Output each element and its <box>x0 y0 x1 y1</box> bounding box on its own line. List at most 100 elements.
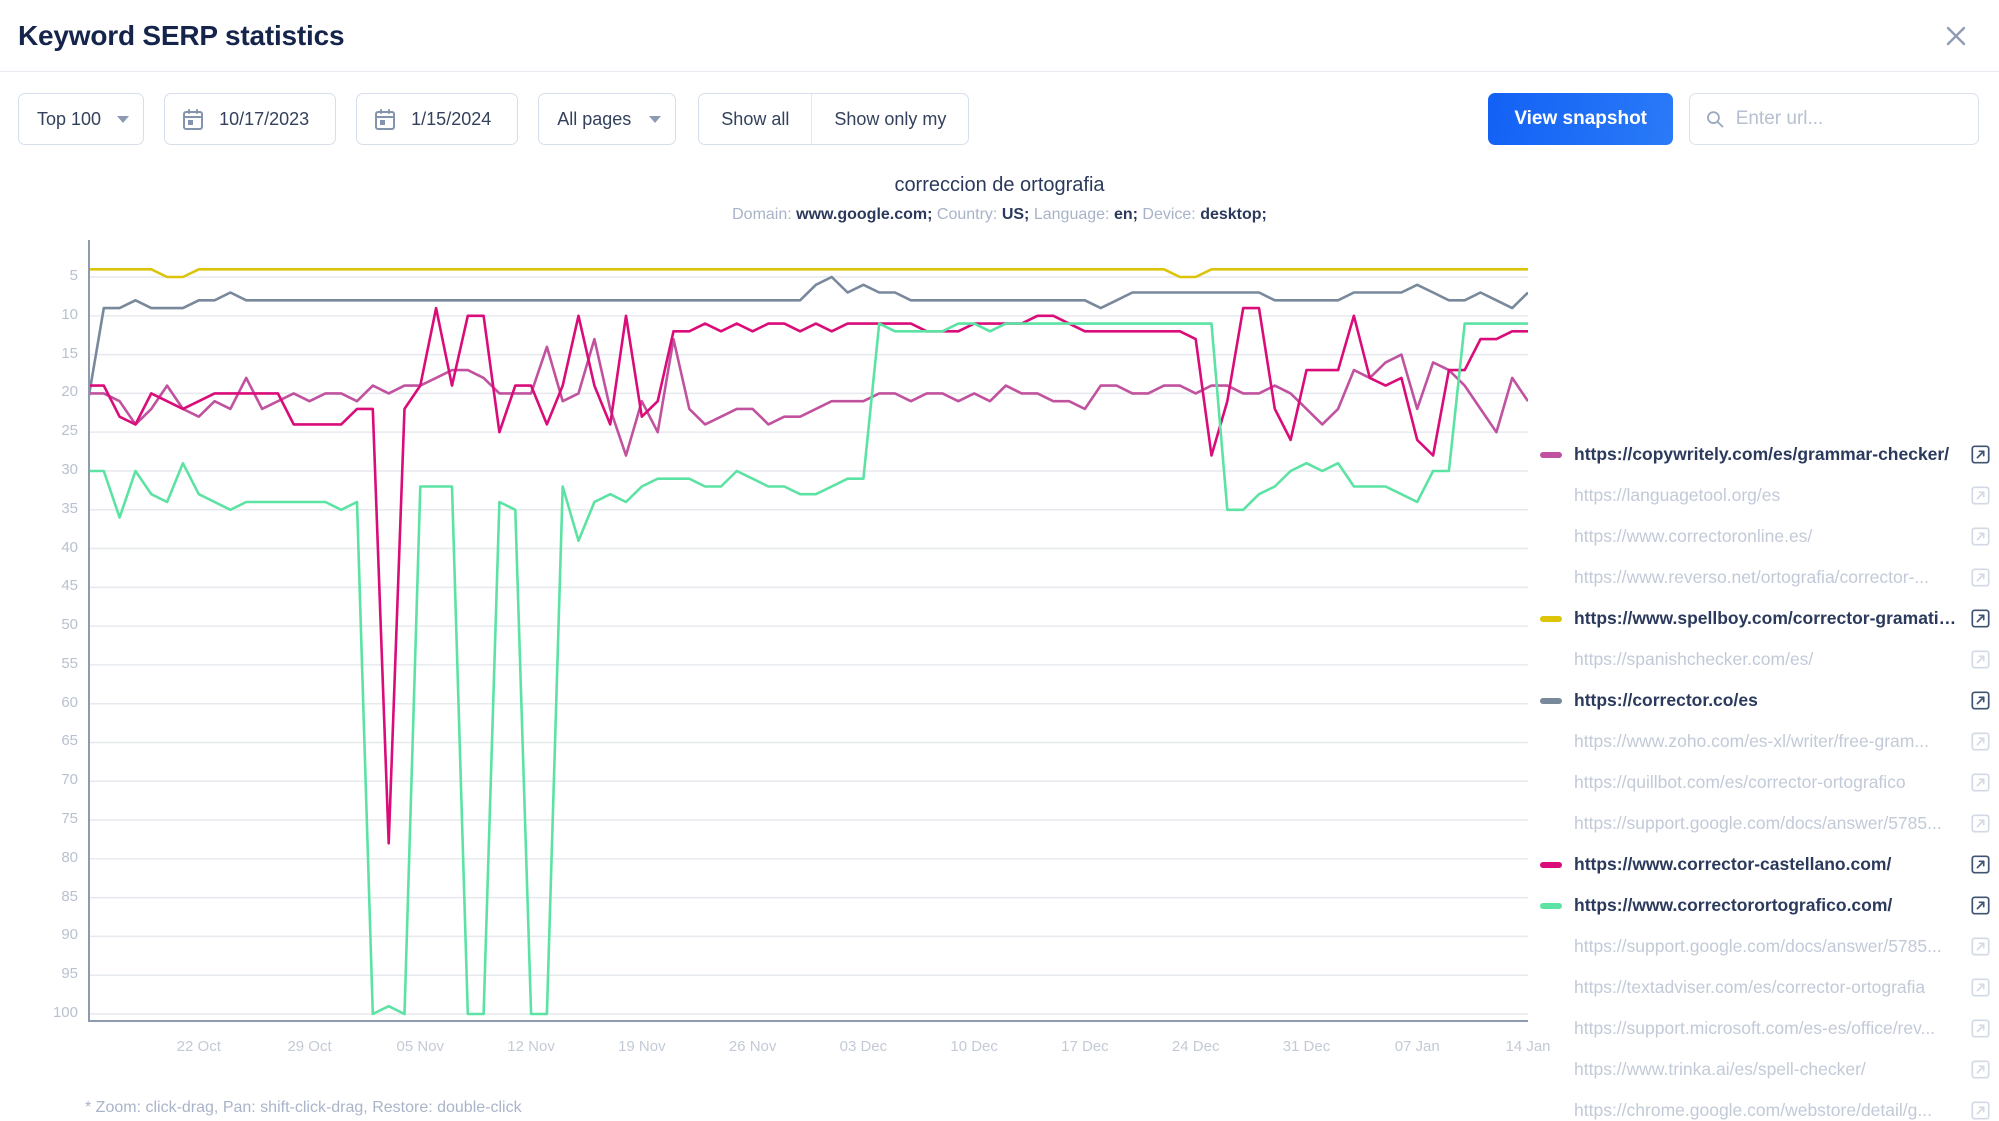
external-link-icon[interactable] <box>1971 445 1990 464</box>
legend-item[interactable]: https://www.correctoronline.es/ <box>1540 516 1990 557</box>
legend-item[interactable]: https://www.zoho.com/es-xl/writer/free-g… <box>1540 721 1990 762</box>
show-only-my-button[interactable]: Show only my <box>811 94 968 144</box>
top-filter-dropdown[interactable]: Top 100 <box>18 93 145 145</box>
close-button[interactable] <box>1939 19 1973 53</box>
toolbar-right-controls: View snapshot <box>1488 93 1979 145</box>
date-to-picker[interactable]: 1/15/2024 <box>356 93 519 145</box>
legend-item[interactable]: https://chrome.google.com/webstore/detai… <box>1540 1090 1990 1121</box>
legend-color-swatch <box>1540 493 1562 499</box>
legend-item[interactable]: https://copywritely.com/es/grammar-check… <box>1540 434 1990 475</box>
legend-item-label: https://www.zoho.com/es-xl/writer/free-g… <box>1574 731 1929 751</box>
top-filter-label: Top 100 <box>37 108 102 129</box>
url-search-box[interactable] <box>1689 93 1979 145</box>
x-axis-tick-label: 26 Nov <box>728 1038 777 1055</box>
pages-filter-dropdown[interactable]: All pages <box>538 93 677 145</box>
y-axis-tick-label: 5 <box>69 267 78 285</box>
show-toggle-group: Show all Show only my <box>698 93 970 145</box>
x-axis-tick-label: 12 Nov <box>507 1038 555 1055</box>
legend-item[interactable]: https://support.microsoft.com/es-es/offi… <box>1540 1008 1990 1049</box>
legend-color-swatch <box>1540 1108 1562 1114</box>
chart-subtitle: Domain: www.google.com; Country: US; Lan… <box>0 206 1999 224</box>
legend-item-label: https://www.reverso.net/ortografia/corre… <box>1574 567 1929 587</box>
external-link-icon[interactable] <box>1971 1019 1990 1038</box>
y-axis-tick-label: 20 <box>61 383 78 401</box>
y-axis-tick-label: 65 <box>61 732 78 750</box>
x-axis-tick-label: 10 Dec <box>950 1038 998 1055</box>
date-from-picker[interactable]: 10/17/2023 <box>164 93 337 145</box>
view-snapshot-button[interactable]: View snapshot <box>1488 93 1673 145</box>
legend-item[interactable]: https://www.corrector-castellano.com/ <box>1540 844 1990 885</box>
y-axis-tick-label: 15 <box>61 344 78 362</box>
external-link-icon[interactable] <box>1971 1101 1990 1120</box>
legend-item[interactable]: https://languagetool.org/es <box>1540 475 1990 516</box>
legend-item-label: https://support.google.com/docs/answer/5… <box>1574 813 1942 833</box>
pages-filter-label: All pages <box>557 108 632 129</box>
device-label: Device: <box>1142 206 1196 223</box>
legend-item[interactable]: https://spanishchecker.com/es/ <box>1540 639 1990 680</box>
legend-item-label: https://quillbot.com/es/corrector-ortogr… <box>1574 772 1906 792</box>
y-axis-tick-label: 40 <box>61 538 78 556</box>
legend-item[interactable]: https://support.google.com/docs/answer/5… <box>1540 926 1990 967</box>
legend-color-swatch <box>1540 902 1562 909</box>
legend-item[interactable]: https://www.trinka.ai/es/spell-checker/ <box>1540 1049 1990 1090</box>
legend-item[interactable]: https://www.spellboy.com/corrector-grama… <box>1540 598 1990 639</box>
legend-item[interactable]: https://corrector.co/es <box>1540 680 1990 721</box>
external-link-icon[interactable] <box>1971 855 1990 874</box>
legend-item[interactable]: https://quillbot.com/es/corrector-ortogr… <box>1540 762 1990 803</box>
y-axis-tick-label: 70 <box>61 771 78 789</box>
y-axis-tick-label: 60 <box>61 693 78 711</box>
legend-item-label: https://chrome.google.com/webstore/detai… <box>1574 1100 1932 1120</box>
legend-item[interactable]: https://textadviser.com/es/corrector-ort… <box>1540 967 1990 1008</box>
date-from-value: 10/17/2023 <box>219 108 310 129</box>
chevron-down-icon <box>649 115 662 123</box>
external-link-icon[interactable] <box>1971 568 1990 587</box>
language-label: Language: <box>1033 206 1110 223</box>
domain-value: www.google.com; <box>796 206 933 223</box>
legend-color-swatch <box>1540 657 1562 663</box>
legend-item-label: https://languagetool.org/es <box>1574 485 1781 505</box>
plot-area[interactable] <box>88 240 1528 1022</box>
language-value: en; <box>1113 206 1138 223</box>
legend-item[interactable]: https://www.correctorortografico.com/ <box>1540 885 1990 926</box>
external-link-icon[interactable] <box>1971 978 1990 997</box>
x-axis-tick-label: 03 Dec <box>839 1038 888 1055</box>
y-axis-tick-label: 85 <box>61 887 78 905</box>
legend-item[interactable]: https://support.google.com/docs/answer/5… <box>1540 803 1990 844</box>
x-axis-tick-label: 05 Nov <box>396 1038 445 1055</box>
url-search-input[interactable] <box>1735 108 1962 130</box>
legend-item-label: https://support.google.com/docs/answer/5… <box>1574 936 1942 956</box>
legend-color-swatch <box>1540 780 1562 786</box>
y-axis-tick-label: 10 <box>61 305 78 323</box>
external-link-icon[interactable] <box>1971 896 1990 915</box>
external-link-icon[interactable] <box>1971 486 1990 505</box>
show-all-button[interactable]: Show all <box>699 94 811 144</box>
domain-label: Domain: <box>732 206 792 223</box>
external-link-icon[interactable] <box>1971 527 1990 546</box>
y-axis-tick-label: 75 <box>61 810 78 828</box>
external-link-icon[interactable] <box>1971 773 1990 792</box>
legend-item-label: https://textadviser.com/es/corrector-ort… <box>1574 977 1926 997</box>
y-axis-tick-label: 35 <box>61 499 78 517</box>
external-link-icon[interactable] <box>1971 609 1990 628</box>
legend-item-label: https://www.correctorortografico.com/ <box>1574 895 1893 915</box>
x-axis-tick-label: 22 Oct <box>176 1038 221 1055</box>
external-link-icon[interactable] <box>1971 937 1990 956</box>
y-axis-tick-label: 95 <box>61 965 78 983</box>
y-axis-tick-label: 50 <box>61 616 78 634</box>
external-link-icon[interactable] <box>1971 691 1990 710</box>
legend-color-swatch <box>1540 739 1562 745</box>
x-axis-tick-label: 17 Dec <box>1061 1038 1109 1055</box>
external-link-icon[interactable] <box>1971 1060 1990 1079</box>
legend-item-label: https://corrector.co/es <box>1574 690 1758 710</box>
legend-color-swatch <box>1540 861 1562 868</box>
country-value: US; <box>1001 206 1030 223</box>
legend-item[interactable]: https://www.reverso.net/ortografia/corre… <box>1540 557 1990 598</box>
x-axis-tick-label: 19 Nov <box>618 1038 666 1055</box>
device-value: desktop; <box>1200 206 1267 223</box>
legend-item-label: https://spanishchecker.com/es/ <box>1574 649 1814 669</box>
external-link-icon[interactable] <box>1971 732 1990 751</box>
chart-title: correccion de ortografia <box>894 174 1105 196</box>
external-link-icon[interactable] <box>1971 814 1990 833</box>
y-axis-tick-label: 25 <box>61 422 78 440</box>
external-link-icon[interactable] <box>1971 650 1990 669</box>
